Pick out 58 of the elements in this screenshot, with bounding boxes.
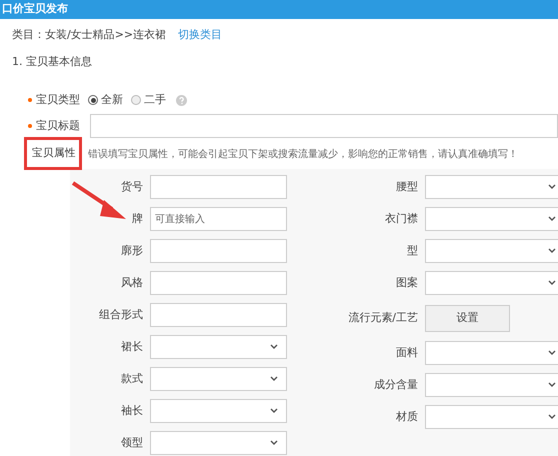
text-field[interactable] (150, 303, 287, 327)
annotation-box (24, 137, 82, 170)
text-field[interactable] (150, 271, 287, 295)
field-label: 牌 (132, 210, 143, 227)
field-label: 面料 (396, 344, 418, 361)
select-field[interactable] (425, 405, 558, 429)
field-label: 图案 (396, 274, 418, 291)
select-field[interactable] (425, 239, 558, 263)
window-title: 口价宝贝发布 (1, 1, 68, 18)
chevron-down-icon (548, 350, 556, 356)
field-label: 衣门襟 (385, 210, 418, 227)
section-heading: 1. 宝贝基本信息 (12, 54, 92, 70)
switch-category-link[interactable]: 切换类目 (178, 26, 222, 44)
field-label: 流行元素/工艺 (348, 310, 418, 326)
field-label: 宝贝标题 (36, 118, 80, 134)
field-label: 裙长 (121, 338, 143, 355)
select-field[interactable] (425, 373, 558, 397)
field-label: 腰型 (396, 178, 418, 195)
chevron-down-icon (548, 248, 556, 254)
field-label: 款式 (121, 370, 143, 387)
chevron-down-icon (548, 414, 556, 420)
select-field[interactable] (425, 341, 558, 365)
field-label: 风格 (121, 274, 143, 291)
field-label: 型 (407, 242, 418, 259)
text-field[interactable] (150, 175, 287, 199)
category-path: 类目：女装/女士精品>>连衣裙 (12, 26, 166, 43)
chevron-down-icon (548, 280, 556, 286)
field-label: 廓形 (121, 242, 143, 259)
help-icon[interactable] (176, 94, 187, 106)
select-field[interactable] (150, 335, 287, 359)
field-label: 领型 (121, 434, 143, 451)
chevron-down-icon (270, 408, 278, 414)
select-field[interactable] (150, 367, 287, 391)
select-field[interactable] (150, 399, 287, 423)
field-label: 组合形式 (99, 306, 143, 323)
text-field[interactable] (150, 239, 287, 263)
settings-button[interactable]: 设置 (425, 304, 510, 332)
select-field[interactable] (425, 271, 558, 295)
field-label: 材质 (396, 408, 418, 425)
field-label: 成分含量 (374, 376, 418, 393)
chevron-down-icon (548, 216, 556, 222)
field-label: 宝贝类型 (36, 92, 80, 108)
text-field[interactable]: 可直接输入 (150, 207, 287, 231)
chevron-down-icon (548, 382, 556, 388)
radio-option[interactable]: 二手 (131, 92, 166, 108)
warning-text: 错误填写宝贝属性，可能会引起宝贝下架或搜索流量减少，影响您的正常销售，请认真准确填写！ (88, 148, 518, 162)
title-field[interactable] (90, 114, 558, 138)
chevron-down-icon (270, 440, 278, 446)
select-field[interactable] (150, 431, 287, 455)
field-label: 货号 (121, 178, 143, 195)
field-label: 宝贝属性 (32, 146, 76, 162)
field-label: 袖长 (121, 402, 143, 419)
chevron-down-icon (270, 344, 278, 350)
select-field[interactable] (425, 207, 558, 231)
chevron-down-icon (270, 376, 278, 382)
radio-option[interactable]: 全新 (88, 92, 123, 108)
chevron-down-icon (548, 184, 556, 190)
select-field[interactable] (425, 175, 558, 199)
